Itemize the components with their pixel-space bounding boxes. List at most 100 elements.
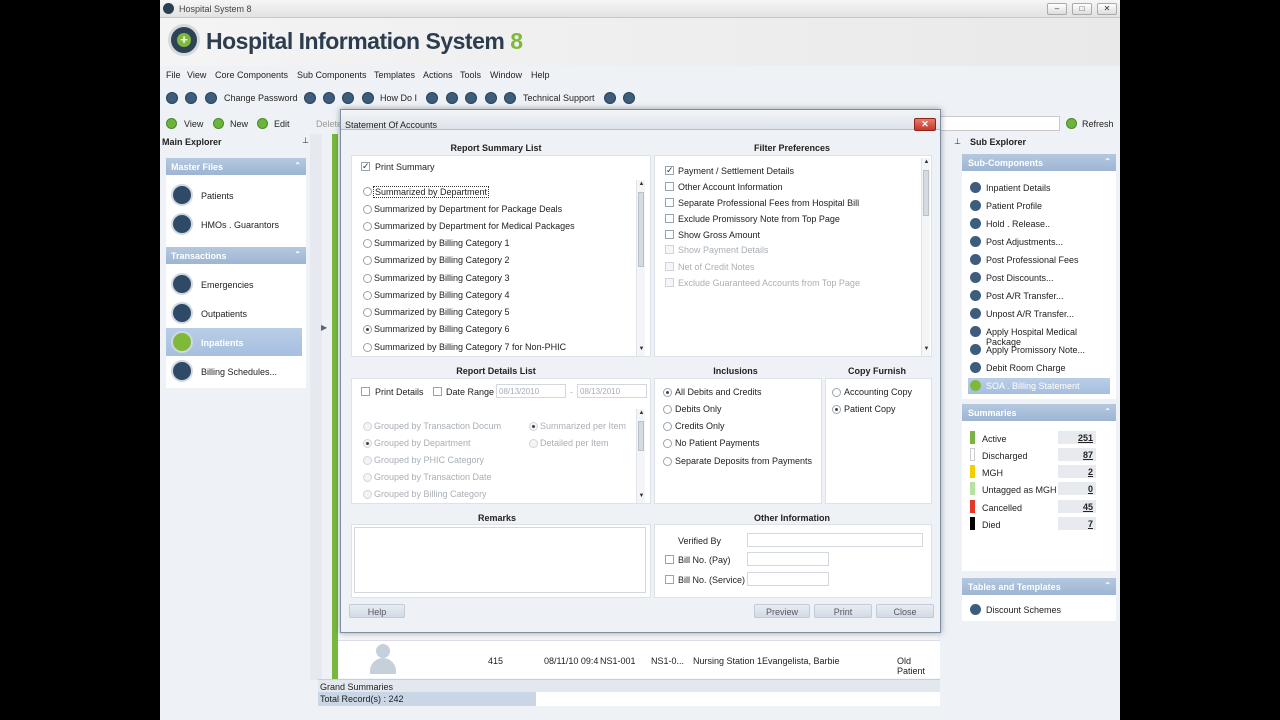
option-group-transaction[interactable]: Grouped by Transaction Docum <box>374 421 501 431</box>
option-all-debits-credits[interactable]: All Debits and Credits <box>675 387 762 397</box>
option-summary-dept-medical[interactable]: Summarized by Department for Medical Pac… <box>374 221 575 231</box>
list-icon[interactable] <box>323 92 335 104</box>
radio-summary-dept-medical[interactable] <box>363 222 372 231</box>
edit-button[interactable]: Edit <box>274 119 290 129</box>
sub-item-post-discounts[interactable]: Post Discounts... <box>968 270 1110 286</box>
view-button[interactable]: View <box>184 119 203 129</box>
how-do-i-button[interactable]: How Do I <box>380 93 417 103</box>
sub-item-post-ar-transfer[interactable]: Post A/R Transfer... <box>968 288 1110 304</box>
nav-item-billing-schedules[interactable]: Billing Schedules... <box>166 357 300 385</box>
option-accounting-copy[interactable]: Accounting Copy <box>844 387 912 397</box>
sub-item-apply-promissory-note[interactable]: Apply Promissory Note... <box>968 342 1110 358</box>
radio-no-patient-payments[interactable] <box>663 439 672 448</box>
menu-templates[interactable]: Templates <box>374 70 415 80</box>
show-payment-details-checkbox[interactable] <box>665 245 674 254</box>
chat-icon[interactable] <box>446 92 458 104</box>
net-credit-notes-checkbox[interactable] <box>665 262 674 271</box>
filter-scrollbar[interactable]: ▲ ▼ <box>921 158 930 356</box>
refresh-icon[interactable] <box>1066 118 1077 129</box>
option-billing-cat-6[interactable]: Summarized by Billing Category 6 <box>374 324 510 334</box>
search-input[interactable] <box>940 116 1060 131</box>
power-icon[interactable] <box>185 92 197 104</box>
refresh-button[interactable]: Refresh <box>1082 119 1114 129</box>
menu-tools[interactable]: Tools <box>460 70 481 80</box>
bill-no-service-checkbox[interactable] <box>665 575 674 584</box>
separate-prof-fees-checkbox[interactable] <box>665 198 674 207</box>
option-billing-cat-2[interactable]: Summarized by Billing Category 2 <box>374 255 510 265</box>
nav-item-patients[interactable]: Patients <box>166 181 300 209</box>
info-icon[interactable] <box>604 92 616 104</box>
option-group-phic[interactable]: Grouped by PHIC Category <box>374 455 484 465</box>
radio-summarized-item[interactable] <box>529 422 538 431</box>
radio-group-department[interactable] <box>363 439 372 448</box>
menu-core-components[interactable]: Core Components <box>215 70 288 80</box>
option-credits-only[interactable]: Credits Only <box>675 421 725 431</box>
dialog-close-button[interactable]: ✕ <box>914 118 936 131</box>
radio-patient-copy[interactable] <box>832 405 841 414</box>
transactions-header[interactable]: Transactions ⌃ <box>166 247 306 264</box>
radio-all-debits-credits[interactable] <box>663 388 672 397</box>
radio-billing-cat-5[interactable] <box>363 308 372 317</box>
technical-support-button[interactable]: Technical Support <box>523 93 595 103</box>
radio-summary-dept[interactable] <box>363 187 372 196</box>
option-detailed-item[interactable]: Detailed per Item <box>540 438 609 448</box>
radio-debits-only[interactable] <box>663 405 672 414</box>
new-icon[interactable] <box>213 118 224 129</box>
remarks-textarea[interactable] <box>354 527 646 593</box>
menu-actions[interactable]: Actions <box>423 70 453 80</box>
option-no-patient-payments[interactable]: No Patient Payments <box>675 438 760 448</box>
radio-group-transaction[interactable] <box>363 422 372 431</box>
collapse-icon[interactable]: ⌃ <box>1104 407 1111 416</box>
date-from-field[interactable]: 08/13/2010 <box>496 384 566 398</box>
menu-file[interactable]: File <box>166 70 181 80</box>
master-files-header[interactable]: Master Files ⌃ <box>166 158 306 175</box>
horizontal-scrollbar[interactable] <box>318 706 940 720</box>
tables-templates-header[interactable]: Tables and Templates ⌃ <box>962 578 1116 595</box>
nav-item-inpatients[interactable]: Inpatients <box>166 328 302 356</box>
option-separate-deposits[interactable]: Separate Deposits from Payments <box>675 456 812 466</box>
radio-billing-cat-7[interactable] <box>363 343 372 352</box>
change-password-button[interactable]: Change Password <box>224 93 298 103</box>
summaries-header[interactable]: Summaries ⌃ <box>962 404 1116 421</box>
radio-detailed-item[interactable] <box>529 439 538 448</box>
date-to-field[interactable]: 08/13/2010 <box>577 384 647 398</box>
sub-item-debit-room-charge[interactable]: Debit Room Charge <box>968 360 1110 376</box>
option-summary-dept-package[interactable]: Summarized by Department for Package Dea… <box>374 204 562 214</box>
expand-arrow-icon[interactable]: ▶ <box>321 323 327 332</box>
exclude-promissory-checkbox[interactable] <box>665 214 674 223</box>
nav-item-emergencies[interactable]: Emergencies <box>166 270 300 298</box>
details-scrollbar[interactable]: ▲ ▼ <box>636 409 645 503</box>
back-icon[interactable] <box>205 92 217 104</box>
bill-no-service-input[interactable] <box>747 572 829 586</box>
option-patient-copy[interactable]: Patient Copy <box>844 404 896 414</box>
delete-button[interactable]: Delete <box>316 119 342 129</box>
calendar-icon[interactable] <box>426 92 438 104</box>
menu-window[interactable]: Window <box>490 70 522 80</box>
option-billing-cat-7[interactable]: Summarized by Billing Category 7 for Non… <box>374 342 566 352</box>
radio-group-date[interactable] <box>363 473 372 482</box>
minimize-button[interactable]: – <box>1047 3 1067 15</box>
sub-components-header[interactable]: Sub-Components ⌃ <box>962 154 1116 171</box>
close-button[interactable]: Close <box>876 604 934 618</box>
tool-icon[interactable] <box>304 92 316 104</box>
radio-group-billing[interactable] <box>363 490 372 499</box>
option-billing-cat-1[interactable]: Summarized by Billing Category 1 <box>374 238 510 248</box>
print-button[interactable]: Print <box>814 604 872 618</box>
radio-billing-cat-6[interactable] <box>363 325 372 334</box>
edit-icon[interactable] <box>257 118 268 129</box>
help-button[interactable]: Help <box>349 604 405 618</box>
print-summary-checkbox[interactable] <box>361 161 370 172</box>
sub-item-soa-billing-statement[interactable]: SOA . Billing Statement <box>968 378 1110 394</box>
menu-sub-components[interactable]: Sub Components <box>297 70 367 80</box>
date-range-checkbox[interactable] <box>433 387 442 396</box>
option-summary-dept[interactable]: Summarized by Department <box>373 186 490 198</box>
left-splitter[interactable] <box>310 134 322 680</box>
option-group-date[interactable]: Grouped by Transaction Date <box>374 472 492 482</box>
summary-scrollbar[interactable]: ▲ ▼ <box>636 180 645 356</box>
print-details-checkbox[interactable] <box>361 387 370 396</box>
collapse-icon[interactable]: ⌃ <box>294 250 301 259</box>
help-icon[interactable] <box>362 92 374 104</box>
home-icon[interactable] <box>166 92 178 104</box>
bill-no-pay-input[interactable] <box>747 552 829 566</box>
preview-button[interactable]: Preview <box>754 604 810 618</box>
